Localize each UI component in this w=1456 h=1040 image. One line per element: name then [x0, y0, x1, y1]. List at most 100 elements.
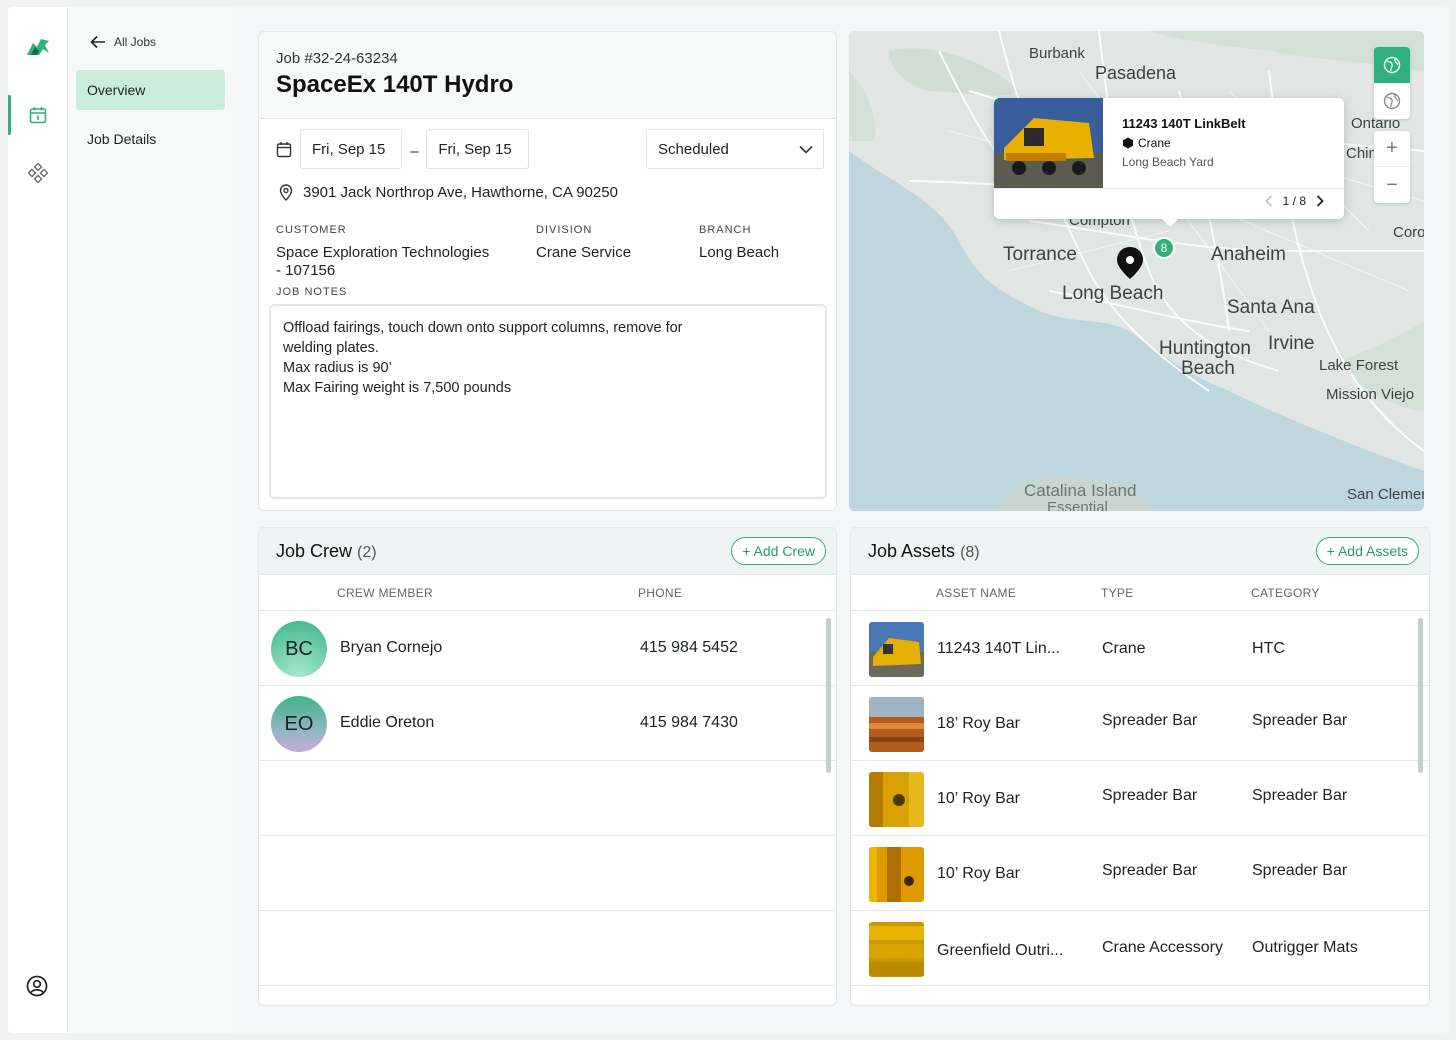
add-crew-button[interactable]: + Add Crew: [731, 537, 826, 565]
avatar: BC: [271, 621, 327, 677]
calendar-icon: [29, 107, 47, 124]
add-assets-button[interactable]: + Add Assets: [1315, 537, 1419, 565]
all-jobs-back-link[interactable]: All Jobs: [90, 35, 156, 49]
crew-scrollbar[interactable]: [826, 618, 831, 773]
asset-photo: [869, 847, 924, 902]
crew-title: Job Crew (2): [276, 541, 377, 562]
table-row-empty: [259, 911, 836, 986]
end-date-field[interactable]: Fri, Sep 15: [426, 129, 529, 169]
assets-title: Job Assets (8): [868, 541, 980, 562]
status-select[interactable]: Scheduled: [646, 129, 824, 169]
notes-line: welding plates.: [283, 340, 379, 356]
column-header-phone[interactable]: PHONE: [638, 586, 682, 600]
job-notes-textarea[interactable]: Offload fairings, touch down onto suppor…: [269, 304, 827, 499]
map-label: Corona: [1393, 224, 1424, 241]
asset-photo: [869, 772, 924, 827]
asset-name: 10’ Roy Bar: [937, 865, 1020, 882]
column-header-type[interactable]: TYPE: [1101, 586, 1134, 600]
asset-photo: [994, 98, 1103, 188]
assets-count: (8): [960, 543, 980, 561]
column-header-crew-member[interactable]: CREW MEMBER: [337, 586, 433, 600]
nav-item-overview[interactable]: Overview: [76, 70, 225, 110]
column-header-asset-name[interactable]: ASSET NAME: [936, 586, 1016, 600]
asset-name: Greenfield Outri...: [937, 942, 1064, 959]
map-label: Long Beach: [1062, 283, 1164, 304]
popup-page-indicator: 1 / 8: [1282, 194, 1306, 208]
map-layer-controls: [1374, 47, 1410, 119]
popup-footer: 1 / 8: [994, 188, 1344, 219]
start-date-field[interactable]: Fri, Sep 15: [300, 129, 403, 169]
map-label: Catalina Island: [1024, 481, 1137, 500]
zoom-out-button[interactable]: −: [1374, 167, 1410, 203]
terrain-toggle-button[interactable]: [1374, 83, 1410, 119]
hexagon-icon: [1123, 137, 1133, 149]
crew-name: Eddie Oreton: [340, 714, 435, 731]
division-label: DIVISION: [536, 224, 593, 236]
chevron-right-icon[interactable]: [1316, 195, 1324, 207]
crew-title-text: Job Crew: [276, 540, 353, 561]
map-label: Beach: [1181, 358, 1235, 379]
map-label: Essential: [1047, 499, 1108, 511]
asset-photo: [869, 697, 924, 752]
column-header-category[interactable]: CATEGORY: [1251, 586, 1320, 600]
chevron-left-icon[interactable]: [1265, 195, 1273, 207]
asset-type: Crane: [1102, 640, 1146, 657]
job-assets-card: Job Assets (8) + Add Assets ASSET NAME T…: [850, 527, 1430, 1006]
asset-type: Spreader Bar: [1102, 712, 1198, 729]
popup-pager: 1 / 8: [1265, 194, 1324, 208]
notes-line: Max Fairing weight is 7,500 pounds: [283, 380, 512, 396]
globe-outline-icon: [1383, 92, 1401, 110]
nav-item-job-details[interactable]: Job Details: [76, 119, 225, 159]
crew-column-headers: CREW MEMBER PHONE: [259, 575, 836, 611]
secondary-nav: All Jobs Overview Job Details: [68, 7, 232, 1033]
job-title: SpaceEx 140T Hydro: [276, 71, 514, 98]
user-profile-icon[interactable]: [26, 975, 48, 997]
calendar-nav-item[interactable]: [8, 95, 68, 135]
customer-id: - 107156: [276, 262, 336, 279]
map-label: Mission Viejo: [1326, 386, 1415, 403]
zoom-in-button[interactable]: +: [1374, 131, 1410, 167]
map-cluster-badge[interactable]: 8: [1153, 237, 1175, 259]
branch-value: Long Beach: [699, 244, 780, 261]
table-row[interactable]: EO Eddie Oreton 415 984 7430: [259, 686, 836, 761]
job-map[interactable]: Burbank Pasadena Ontario Chino Compton T…: [849, 31, 1424, 511]
active-indicator: [8, 95, 11, 135]
date-separator: –: [410, 142, 419, 160]
asset-type: Crane Accessory: [1102, 939, 1223, 956]
map-zoom-controls: + −: [1374, 131, 1410, 203]
assets-scrollbar[interactable]: [1418, 618, 1423, 773]
notes-line: Offload fairings, touch down onto suppor…: [283, 320, 683, 336]
customer-label: CUSTOMER: [276, 224, 347, 236]
crew-name: Bryan Cornejo: [340, 639, 443, 656]
popup-asset-type-label: Crane: [1138, 136, 1171, 150]
table-row[interactable]: 11243 140T Lin... Crane HTC: [851, 611, 1429, 686]
crew-phone: 415 984 5452: [640, 639, 738, 656]
globe-icon: [1383, 56, 1401, 74]
assets-header: Job Assets (8) + Add Assets: [851, 528, 1429, 575]
table-row[interactable]: BC Bryan Cornejo 415 984 5452: [259, 611, 836, 686]
asset-category: Spreader Bar: [1252, 862, 1348, 879]
table-row[interactable]: 10’ Roy Bar Spreader Bar Spreader Bar: [851, 761, 1429, 836]
table-row[interactable]: 18’ Roy Bar Spreader Bar Spreader Bar: [851, 686, 1429, 761]
notes-line: Max radius is 90’: [283, 360, 392, 376]
job-notes-label: JOB NOTES: [276, 286, 348, 298]
satellite-toggle-button[interactable]: [1374, 47, 1410, 83]
table-row[interactable]: 10’ Roy Bar Spreader Bar Spreader Bar: [851, 836, 1429, 911]
crew-count: (2): [357, 543, 377, 561]
all-jobs-label: All Jobs: [114, 35, 157, 49]
asset-name: 10’ Roy Bar: [937, 790, 1020, 807]
asset-photo: [869, 922, 924, 977]
job-number: Job #32-24-63234: [276, 50, 398, 67]
job-overview-card: Job #32-24-63234 SpaceEx 140T Hydro Fri,…: [258, 31, 837, 511]
map-label: Santa Ana: [1227, 297, 1315, 318]
crew-header: Job Crew (2) + Add Crew: [259, 528, 836, 575]
table-row[interactable]: Greenfield Outri... Crane Accessory Outr…: [851, 911, 1429, 986]
chevron-down-icon: [799, 145, 813, 154]
app-logo-icon[interactable]: [25, 35, 51, 57]
map-asset-popup[interactable]: 11243 140T LinkBelt Crane Long Beach Yar…: [994, 98, 1344, 227]
asset-photo: [869, 622, 924, 677]
status-value: Scheduled: [658, 140, 729, 158]
modules-icon[interactable]: [28, 163, 48, 183]
avatar: EO: [271, 696, 327, 752]
popup-asset-title: 11243 140T LinkBelt: [1122, 116, 1246, 131]
